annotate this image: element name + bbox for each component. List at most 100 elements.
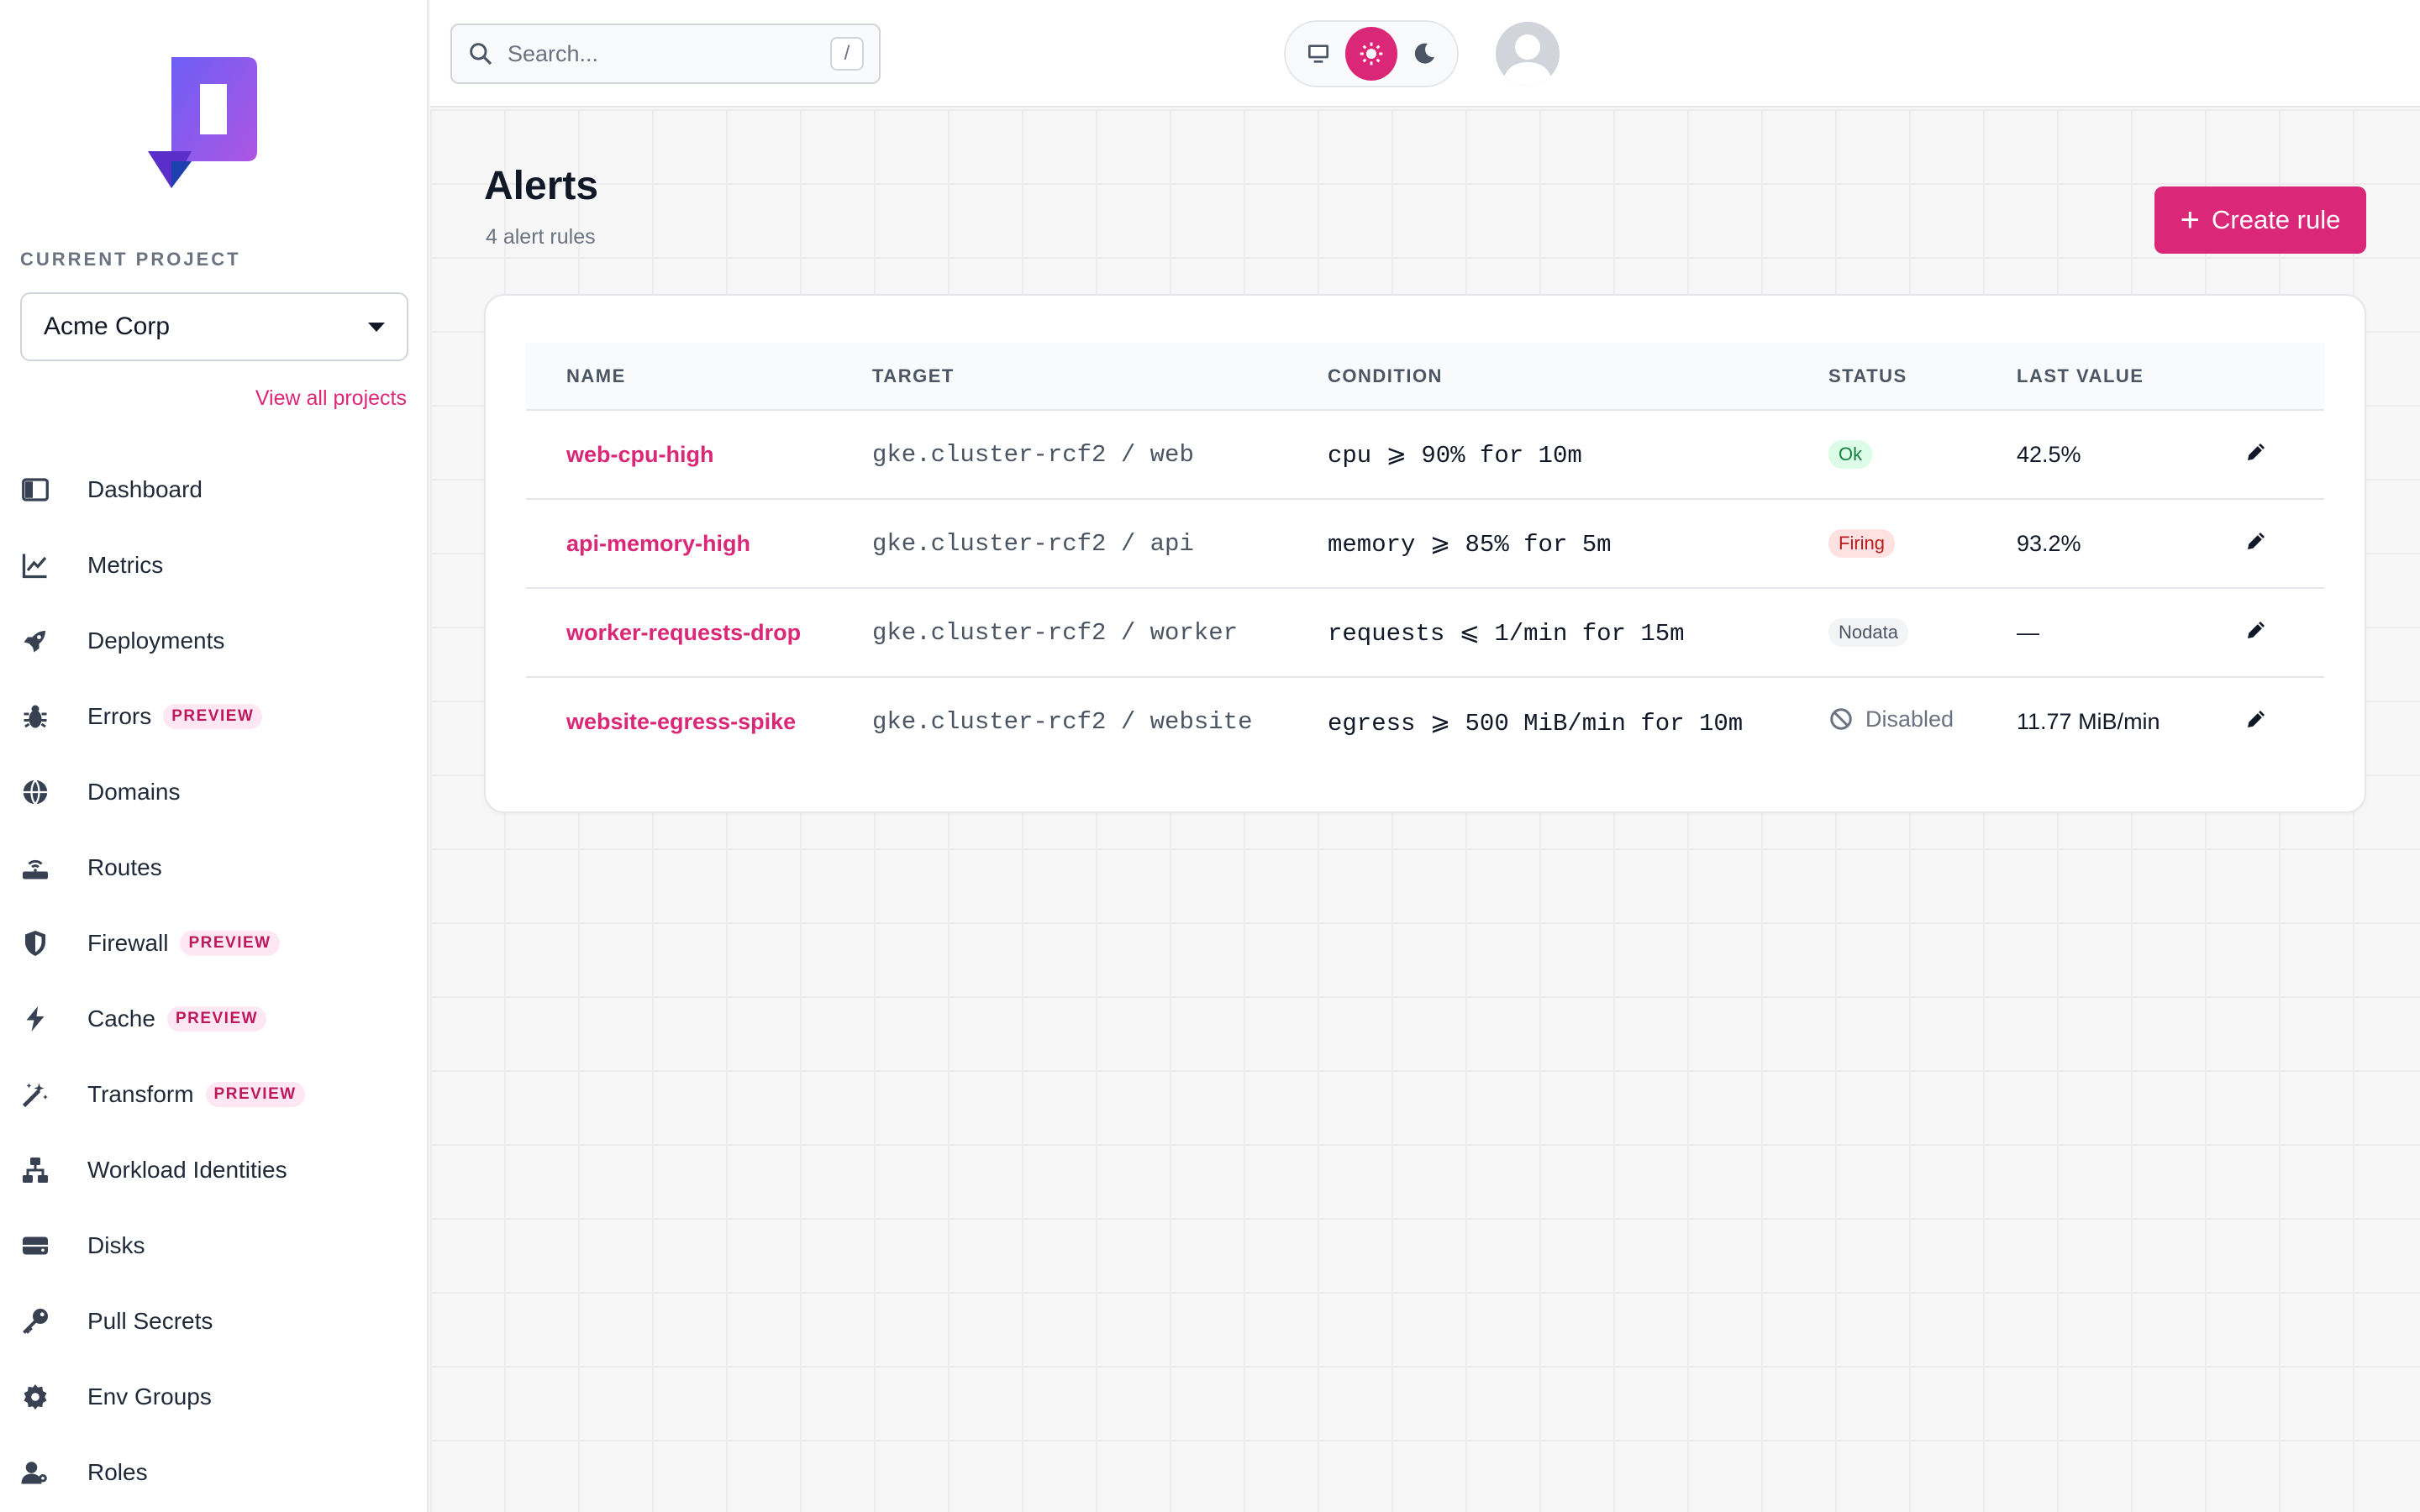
magic-wand-icon xyxy=(20,1079,50,1110)
rule-name-link[interactable]: api-memory-high xyxy=(566,531,750,556)
rule-target: gke.cluster-rcf2 / web xyxy=(872,440,1194,469)
bolt-icon xyxy=(20,1004,50,1034)
sidebar-item-label: Transform xyxy=(87,1081,194,1107)
disk-icon xyxy=(20,1231,50,1261)
edit-rule-button[interactable] xyxy=(2244,617,2269,643)
ban-icon xyxy=(1830,708,1852,730)
rule-condition: requests ⩽ 1/min for 15m xyxy=(1328,620,1685,648)
page-subtitle: 4 alert rules xyxy=(486,225,596,249)
sidebar-item-label: Roles xyxy=(87,1459,148,1485)
main-content: Alerts 4 alert rules + Create rule NAME … xyxy=(430,109,2420,1512)
theme-toggle xyxy=(1284,20,1459,87)
table-row: website-egress-spike gke.cluster-rcf2 / … xyxy=(526,677,2324,766)
status-badge: Firing xyxy=(1828,529,1896,558)
rule-last-value: 11.77 MiB/min xyxy=(2017,709,2160,734)
rule-target: gke.cluster-rcf2 / api xyxy=(872,529,1194,558)
status-badge: Ok xyxy=(1828,440,1873,469)
status-label: Disabled xyxy=(1865,706,1954,732)
column-header-actions xyxy=(2203,343,2324,410)
rule-target: gke.cluster-rcf2 / worker xyxy=(872,618,1239,647)
sidebar-nav: Dashboard Metrics Deployments Errors PRE… xyxy=(20,452,408,1510)
edit-rule-button[interactable] xyxy=(2244,706,2269,732)
sidebar-item-label: Firewall xyxy=(87,930,169,956)
column-header-name: NAME xyxy=(566,365,626,386)
plus-icon: + xyxy=(2180,202,2200,239)
sidebar-item-env-groups[interactable]: Env Groups xyxy=(20,1359,408,1435)
sidebar-item-label: Cache xyxy=(87,1005,155,1032)
dashboard-icon xyxy=(20,475,50,505)
sidebar-item-routes[interactable]: Routes xyxy=(20,830,408,906)
view-all-projects-link[interactable]: View all projects xyxy=(155,386,407,411)
sidebar-item-transform[interactable]: Transform PREVIEW xyxy=(20,1057,408,1132)
rule-name-link[interactable]: website-egress-spike xyxy=(566,709,796,734)
search-box[interactable]: / xyxy=(450,24,881,84)
pencil-icon xyxy=(2248,621,2265,638)
pencil-icon xyxy=(2248,711,2265,727)
network-icon xyxy=(20,1155,50,1185)
sidebar-item-workload-identities[interactable]: Workload Identities xyxy=(20,1132,408,1208)
current-project-heading: CURRENT PROJECT xyxy=(20,249,241,270)
sidebar-item-deployments[interactable]: Deployments xyxy=(20,603,408,679)
app-logo[interactable] xyxy=(148,54,262,188)
table-row: web-cpu-high gke.cluster-rcf2 / web cpu … xyxy=(526,410,2324,499)
preview-badge: PREVIEW xyxy=(205,1082,305,1107)
edit-rule-button[interactable] xyxy=(2244,439,2269,465)
monitor-icon xyxy=(1308,45,1329,63)
theme-system-button[interactable] xyxy=(1292,27,1345,81)
project-name: Acme Corp xyxy=(44,312,171,340)
sidebar-item-label: Env Groups xyxy=(87,1383,212,1410)
rule-last-value: 93.2% xyxy=(2017,530,2081,556)
theme-light-button[interactable] xyxy=(1344,27,1398,81)
rule-condition: cpu ⩾ 90% for 10m xyxy=(1328,442,1582,470)
rule-name-link[interactable]: web-cpu-high xyxy=(566,442,713,467)
moon-icon xyxy=(1414,43,1434,64)
status-badge: Nodata xyxy=(1828,618,1908,647)
edit-rule-button[interactable] xyxy=(2244,528,2269,554)
rule-name-link[interactable]: worker-requests-drop xyxy=(566,620,801,645)
sidebar-item-disks[interactable]: Disks xyxy=(20,1208,408,1284)
sidebar-item-label: Deployments xyxy=(87,627,225,654)
sidebar-item-errors[interactable]: Errors PREVIEW xyxy=(20,679,408,754)
sidebar-item-domains[interactable]: Domains xyxy=(20,754,408,830)
rule-last-value: — xyxy=(2017,619,2039,645)
alerts-table: NAME TARGET CONDITION STATUS LAST VALUE … xyxy=(526,343,2324,766)
preview-badge: PREVIEW xyxy=(180,931,280,956)
sidebar-item-label: Routes xyxy=(87,854,162,880)
rule-condition: egress ⩾ 500 MiB/min for 10m xyxy=(1328,709,1744,738)
theme-dark-button[interactable] xyxy=(1397,27,1450,81)
rule-last-value: 42.5% xyxy=(2017,441,2081,467)
column-header-status: STATUS xyxy=(1828,365,1907,386)
sidebar-item-label: Pull Secrets xyxy=(87,1308,213,1334)
sidebar-item-label: Metrics xyxy=(87,552,164,578)
rule-condition: memory ⩾ 85% for 5m xyxy=(1328,531,1612,559)
pencil-icon xyxy=(2248,532,2265,549)
sidebar-item-label: Workload Identities xyxy=(87,1157,287,1183)
rule-target: gke.cluster-rcf2 / website xyxy=(872,708,1253,736)
column-header-condition: CONDITION xyxy=(1328,365,1443,386)
search-icon xyxy=(470,43,492,66)
sidebar-item-label: Errors xyxy=(87,703,152,729)
bug-icon xyxy=(20,701,50,732)
router-icon xyxy=(20,853,50,883)
sidebar-item-cache[interactable]: Cache PREVIEW xyxy=(20,981,408,1057)
sidebar-item-firewall[interactable]: Firewall PREVIEW xyxy=(20,906,408,981)
caret-down-icon xyxy=(368,322,385,332)
sidebar-item-metrics[interactable]: Metrics xyxy=(20,528,408,603)
alerts-card: NAME TARGET CONDITION STATUS LAST VALUE … xyxy=(484,294,2366,813)
sidebar-item-dashboard[interactable]: Dashboard xyxy=(20,452,408,528)
avatar[interactable] xyxy=(1496,22,1560,86)
pencil-icon xyxy=(2248,443,2265,460)
column-header-target: TARGET xyxy=(872,365,955,386)
page-title: Alerts xyxy=(484,164,599,208)
sun-icon xyxy=(1360,42,1383,66)
preview-badge: PREVIEW xyxy=(166,1006,267,1032)
create-rule-button[interactable]: + Create rule xyxy=(2154,186,2366,254)
sidebar-item-roles[interactable]: Roles xyxy=(20,1435,408,1510)
sidebar-item-pull-secrets[interactable]: Pull Secrets xyxy=(20,1284,408,1359)
search-input[interactable] xyxy=(508,40,830,67)
top-bar: / xyxy=(430,0,2420,108)
project-select[interactable]: Acme Corp xyxy=(20,292,408,361)
rocket-icon xyxy=(20,626,50,656)
column-header-last-value: LAST VALUE xyxy=(2017,365,2144,386)
shield-icon xyxy=(20,928,50,958)
